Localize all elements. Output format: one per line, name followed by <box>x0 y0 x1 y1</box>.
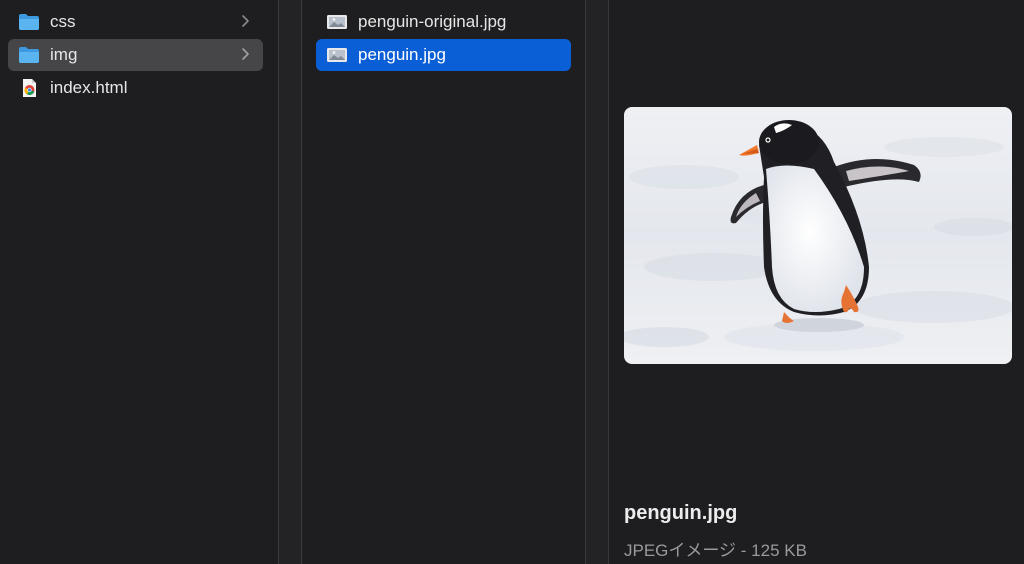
file-label: index.html <box>50 78 128 97</box>
folder-icon <box>19 47 39 63</box>
preview-file-kind-size: JPEGイメージ - 125 KB <box>624 541 807 560</box>
image-file-icon <box>327 48 347 62</box>
file-row-penguin-original[interactable]: penguin-original.jpg <box>316 6 571 38</box>
file-row-index-html[interactable]: index.html <box>10 72 263 104</box>
finder-window: css img index.html penguin-original.jpg … <box>0 0 1024 564</box>
file-label: penguin-original.jpg <box>358 12 507 31</box>
column-parent[interactable]: css img index.html <box>0 0 278 564</box>
folder-row-css[interactable]: css <box>10 6 263 38</box>
folder-label: css <box>50 12 76 31</box>
chevron-right-icon <box>242 48 249 60</box>
column-gutter <box>279 0 301 564</box>
folder-row-img[interactable]: img <box>8 39 263 71</box>
column-gutter <box>586 0 608 564</box>
preview-filename: penguin.jpg <box>624 502 738 524</box>
chevron-right-icon <box>242 15 249 27</box>
penguin-photo <box>624 107 1012 364</box>
file-row-penguin[interactable]: penguin.jpg <box>316 39 571 71</box>
file-label: penguin.jpg <box>358 45 446 64</box>
image-file-icon <box>327 15 347 29</box>
column-img-contents[interactable]: penguin-original.jpg penguin.jpg <box>302 0 585 564</box>
preview-image[interactable] <box>624 107 1012 364</box>
folder-label: img <box>50 45 78 64</box>
chrome-html-icon <box>23 79 36 97</box>
folder-icon <box>19 14 39 30</box>
